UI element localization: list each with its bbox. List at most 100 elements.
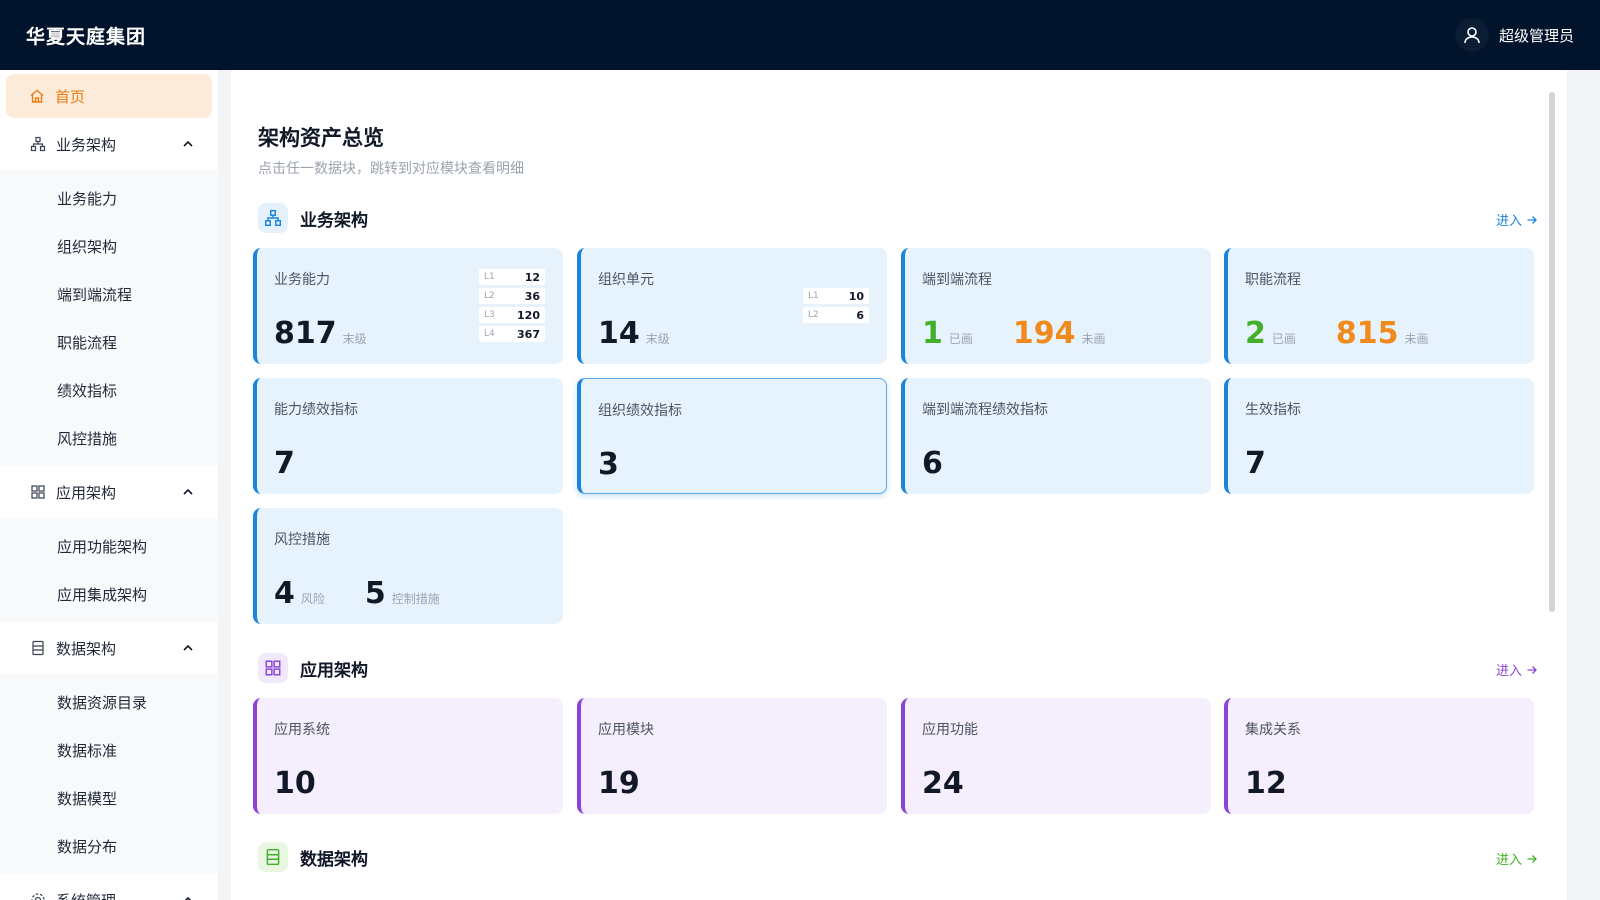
card-unit: 末级 [645,332,670,346]
drawn-unit: 已画 [948,332,973,346]
sidebar-item-risk[interactable]: 风控措施 [0,414,218,462]
sidebar-group-label: 应用架构 [56,483,117,502]
scrollbar[interactable] [1549,92,1555,612]
enter-label: 进入 [1495,214,1522,229]
sidebar-item-data-catalog[interactable]: 数据资源目录 [0,678,218,726]
enter-data-link[interactable]: 进入 [1496,849,1538,868]
grid-icon [258,653,288,683]
card-value-row: 4 风险 5 控制措施 [274,576,440,611]
level-badge: L1 12 [479,269,545,285]
chevron-up-icon[interactable] [182,138,194,150]
sidebar-item-data-model[interactable]: 数据模型 [0,774,218,822]
main-content: 架构资产总览 点击任一数据块，跳转到对应模块查看明细 业务架构 进入 业务能力 … [231,70,1567,900]
card-value-row: 2 已画 815 未画 [1245,316,1429,351]
sidebar-item-data-distribution[interactable]: 数据分布 [0,822,218,870]
card-integration[interactable]: 集成关系 12 [1224,698,1534,814]
brand-name: 华夏天庭集团 [26,25,147,48]
card-business-capability[interactable]: 业务能力 L1 12 L2 36 L3 120 L4 367 817 末级 [253,248,563,364]
enter-application-link[interactable]: 进入 [1496,660,1538,679]
sidebar-group-system[interactable]: 系统管理 [0,874,218,900]
user-icon [1454,18,1489,52]
card-org-kpi[interactable]: 组织绩效指标 3 [577,378,887,494]
home-icon [30,89,44,103]
arrow-right-icon [1527,854,1537,863]
drawn-unit: 已画 [1271,332,1296,346]
control-unit: 控制措施 [391,592,440,606]
database-icon [32,640,44,656]
page-subtitle: 点击任一数据块，跳转到对应模块查看明细 [258,161,524,177]
sidebar-item-app-func[interactable]: 应用功能架构 [0,522,218,570]
card-label: 职能流程 [1245,272,1301,288]
arrow-right-icon [1527,215,1537,224]
card-label: 组织绩效指标 [598,403,682,419]
level-badge: L1 10 [803,288,869,304]
chevron-up-icon[interactable] [182,642,194,654]
card-app-module[interactable]: 应用模块 19 [577,698,887,814]
sidebar-item-func-process[interactable]: 职能流程 [0,318,218,366]
org-tree-icon [30,136,46,152]
card-e2e-kpi[interactable]: 端到端流程绩效指标 6 [901,378,1211,494]
card-value: 19 [598,766,640,801]
level-badge: L2 36 [479,288,545,304]
card-value-row: 14 末级 [598,316,670,351]
sidebar-sublist-data: 数据资源目录 数据标准 数据模型 数据分布 [0,674,218,874]
sidebar-group-label: 业务架构 [56,135,117,154]
database-icon [258,842,288,872]
sidebar-item-home[interactable]: 首页 [6,74,212,118]
sidebar-item-capability[interactable]: 业务能力 [0,174,218,222]
sidebar-group-data[interactable]: 数据架构 [0,622,218,674]
sidebar-item-data-standard[interactable]: 数据标准 [0,726,218,774]
sidebar-item-org[interactable]: 组织架构 [0,222,218,270]
arrow-right-icon [1527,665,1537,674]
card-label: 业务能力 [274,272,330,288]
card-app-system[interactable]: 应用系统 10 [253,698,563,814]
user-name: 超级管理员 [1498,26,1574,45]
sidebar-sublist-business: 业务能力 组织架构 端到端流程 职能流程 绩效指标 风控措施 [0,170,218,466]
card-app-function[interactable]: 应用功能 24 [901,698,1211,814]
sidebar-group-application[interactable]: 应用架构 [0,466,218,518]
section-data-header: 数据架构 进入 [258,841,1538,873]
sidebar: 首页 业务架构 业务能力 组织架构 端到端流程 职能流程 绩效指标 风控措施 应… [0,70,218,900]
org-tree-icon [258,203,288,233]
card-org-unit[interactable]: 组织单元 L1 10 L2 6 14 末级 [577,248,887,364]
level-badge: L4 367 [479,326,545,342]
section-title: 数据架构 [300,849,368,870]
card-label: 应用系统 [274,722,330,738]
card-label: 能力绩效指标 [274,402,358,418]
card-value: 10 [274,766,316,801]
user-menu[interactable]: 超级管理员 [1454,18,1574,52]
sidebar-group-label: 系统管理 [56,890,116,900]
enter-label: 进入 [1495,664,1522,679]
card-active-kpi[interactable]: 生效指标 7 [1224,378,1534,494]
card-e2e-process[interactable]: 端到端流程 1 已画 194 未画 [901,248,1211,364]
chevron-up-icon[interactable] [182,486,194,498]
undrawn-unit: 未画 [1081,332,1106,346]
top-bar: 华夏天庭集团 超级管理员 [0,0,1600,70]
sidebar-group-business[interactable]: 业务架构 [0,118,218,170]
card-label: 应用功能 [922,722,978,738]
undrawn-count: 194 [1012,316,1076,351]
sidebar-item-e2e[interactable]: 端到端流程 [0,270,218,318]
card-value-row: 817 末级 [274,316,367,351]
drawn-count: 2 [1245,316,1266,351]
sidebar-item-app-integration[interactable]: 应用集成架构 [0,570,218,618]
card-label: 应用模块 [598,722,654,738]
chevron-up-icon[interactable] [182,894,194,900]
page-title: 架构资产总览 [258,126,384,150]
level-badge: L2 6 [803,307,869,323]
card-capability-kpi[interactable]: 能力绩效指标 7 [253,378,563,494]
control-count: 5 [364,576,386,611]
card-label: 端到端流程 [922,272,992,288]
sidebar-group-label: 数据架构 [56,639,117,658]
card-value: 7 [1245,446,1266,481]
undrawn-count: 815 [1335,316,1399,351]
card-label: 组织单元 [598,272,654,288]
card-label: 风控措施 [274,532,330,548]
card-value: 3 [598,447,619,482]
card-function-process[interactable]: 职能流程 2 已画 815 未画 [1224,248,1534,364]
sidebar-item-kpi[interactable]: 绩效指标 [0,366,218,414]
card-value: 14 [598,316,640,351]
risk-count: 4 [274,576,295,611]
enter-business-link[interactable]: 进入 [1496,210,1538,229]
card-risk-control[interactable]: 风控措施 4 风险 5 控制措施 [253,508,563,624]
